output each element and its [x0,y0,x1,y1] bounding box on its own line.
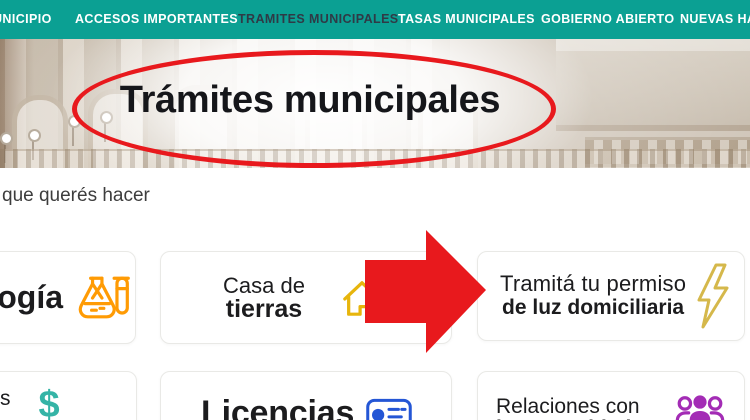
card-label: Relaciones con la comunidad [496,396,640,420]
intro-text: que querés hacer [2,185,150,207]
people-icon [674,394,726,420]
card-label-line2: tierras [201,297,327,322]
card-label: s [0,387,11,411]
card-relaciones-comunidad[interactable]: Relaciones con la comunidad [477,371,745,420]
card-bromatologia[interactable]: ogía [0,251,136,344]
flask-icon [70,273,132,323]
house-icon [341,278,383,318]
license-icon [365,398,413,420]
nav-item-accesos-importantes[interactable]: ACCESOS IMPORTANTES [75,12,238,26]
card-label-line1: Casa de [201,274,327,297]
card-label-line1: Tramitá tu permiso [500,272,686,296]
top-navigation: UNICIPIO ACCESOS IMPORTANTES TRAMITES MU… [0,0,750,39]
card-label: Casa de tierras [201,274,327,322]
nav-item-gobierno-abierto[interactable]: GOBIERNO ABIERTO [541,12,675,26]
nav-item-tasas-municipales[interactable]: TASAS MUNICIPALES [398,12,535,26]
dollar-icon: $ [39,390,60,420]
nav-item-tramites-municipales[interactable]: TRAMITES MUNICIPALES [238,12,399,26]
card-label: Tramitá tu permiso de luz domiciliaria [500,272,686,320]
header-banner: Trámites municipales [0,39,750,168]
red-ellipse-annotation [72,50,556,168]
card-permiso-luz-domiciliaria[interactable]: Tramitá tu permiso de luz domiciliaria [477,251,745,341]
card-label-line1: Relaciones con [496,396,640,418]
card-label: Licencias [201,394,354,420]
nav-item-municipio[interactable]: UNICIPIO [0,12,52,26]
municipal-tramites-page: UNICIPIO ACCESOS IMPORTANTES TRAMITES MU… [0,0,750,420]
card-label-line2: de luz domiciliaria [500,296,686,320]
card-licencias[interactable]: Licencias [160,371,452,420]
card-casa-de-tierras[interactable]: Casa de tierras [160,251,452,344]
nav-item-nuevas-habilitaciones[interactable]: NUEVAS HABI [680,12,750,26]
card-label: ogía [0,279,63,316]
lightning-icon [695,262,731,330]
card-pagos[interactable]: s $ [0,371,137,420]
